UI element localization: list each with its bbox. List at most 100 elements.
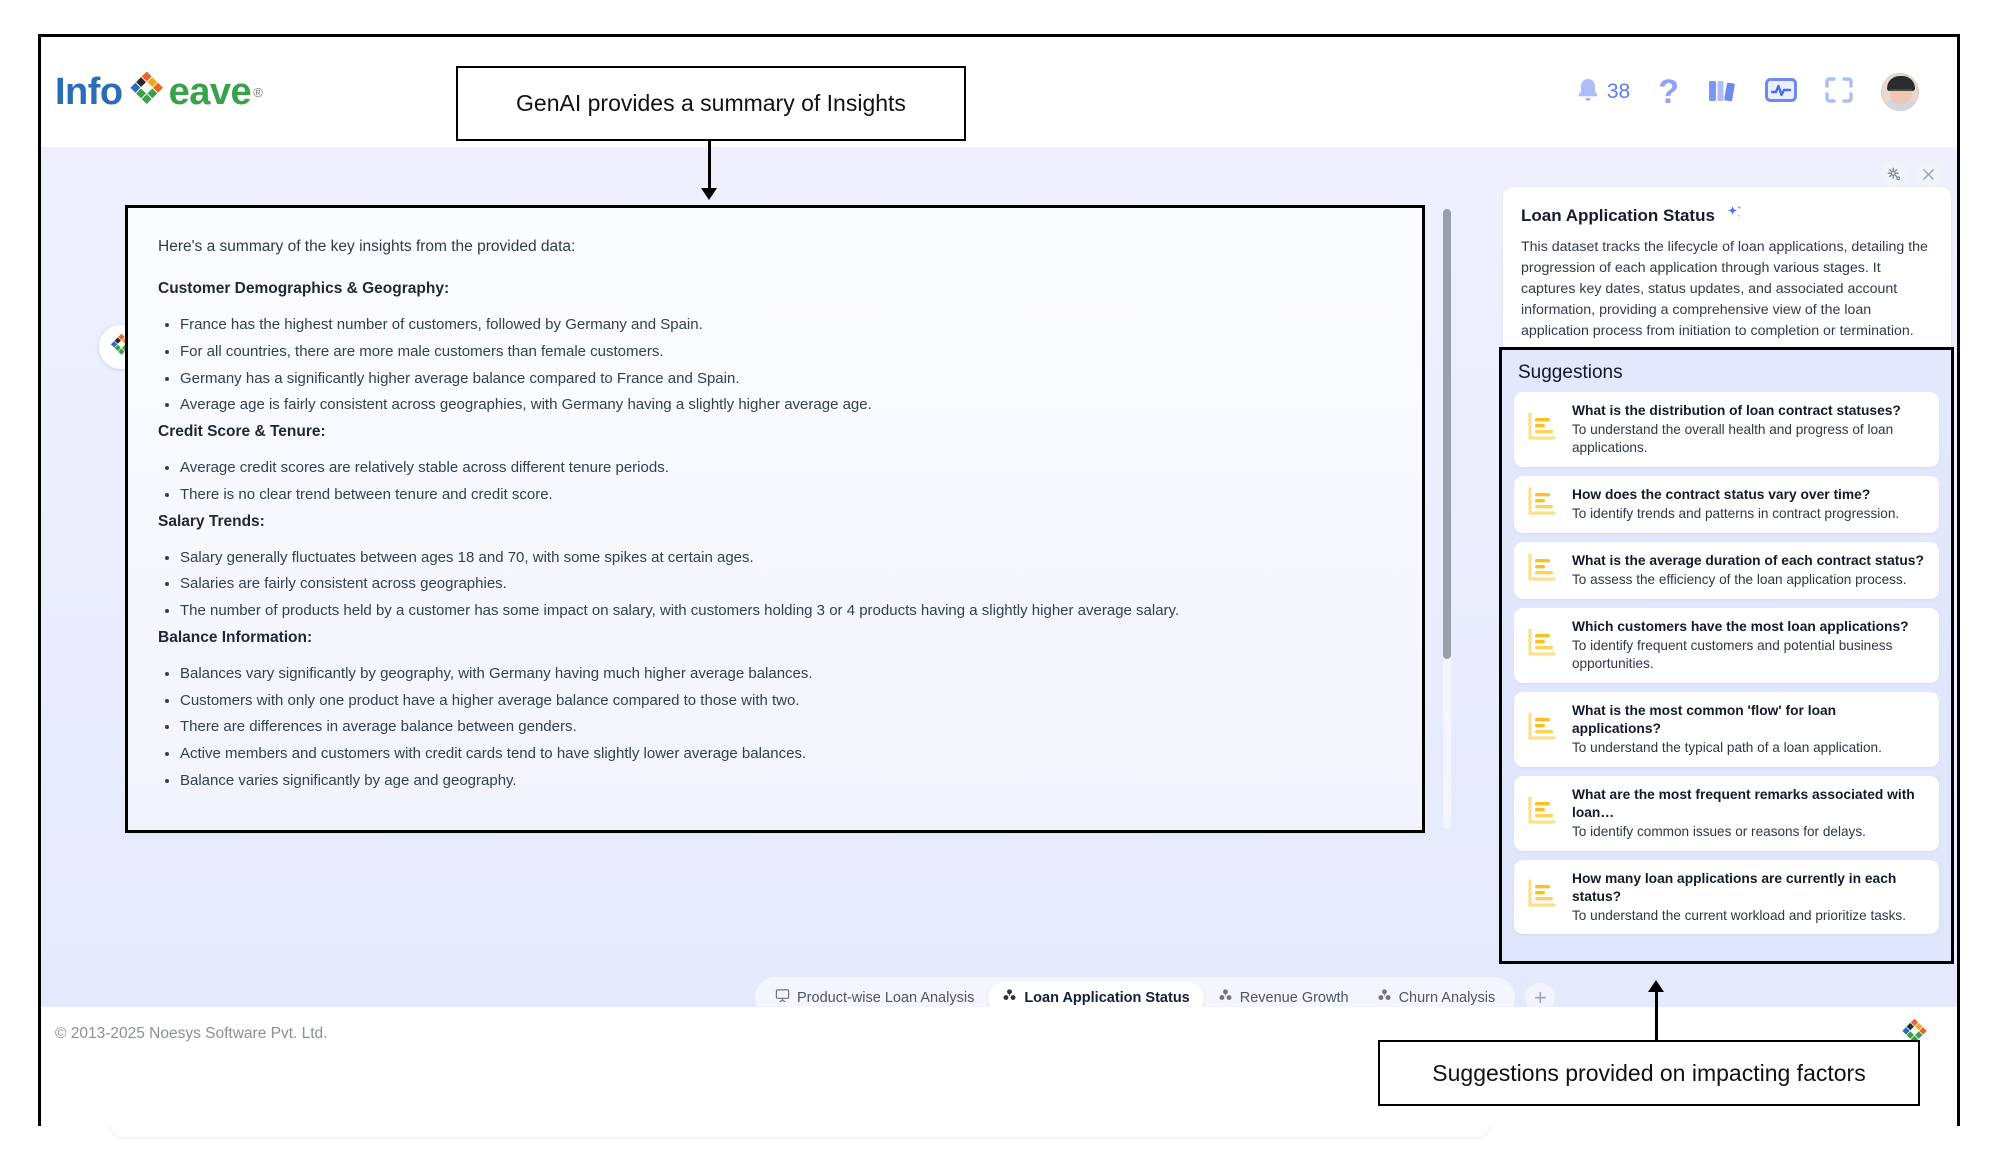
panel-tools (1881, 161, 1941, 187)
brand-name-info: Info (55, 70, 123, 113)
library-button[interactable] (1707, 76, 1737, 109)
bullet: There is no clear trend between tenure a… (180, 486, 1392, 505)
suggestion-text: What are the most frequent remarks assoc… (1572, 786, 1927, 841)
section-heading: Salary Trends: (158, 512, 265, 530)
suggestion-question: What is the average duration of each con… (1572, 552, 1924, 568)
annotation-callout-bottom: Suggestions provided on impacting factor… (1378, 1040, 1920, 1106)
dataset-icon (1218, 988, 1233, 1007)
right-panel: Loan Application Status This dataset tra… (1489, 147, 1963, 1007)
help-icon: ? (1658, 73, 1679, 111)
suggestion-item[interactable]: How does the contract status vary over t… (1514, 475, 1939, 533)
annotation-arrow-bottom (1648, 980, 1664, 992)
section-heading: Balance Information: (158, 628, 313, 646)
suggestion-item[interactable]: What is the distribution of loan contrac… (1514, 392, 1939, 467)
bullet: Salary generally fluctuates between ages… (180, 549, 1392, 568)
fullscreen-icon (1825, 76, 1853, 108)
bullet: Average age is fairly consistent across … (180, 396, 1392, 415)
suggestion-text: How does the contract status vary over t… (1572, 486, 1899, 523)
suggestion-text: What is the average duration of each con… (1572, 552, 1924, 589)
suggestion-answer: To understand the overall health and pro… (1572, 422, 1894, 455)
bar-chart-icon (1526, 487, 1560, 522)
suggestion-item[interactable]: How many loan applications are currently… (1514, 859, 1939, 935)
copyright-text: © 2013-2025 Noesys Software Pvt. Ltd. (55, 1025, 328, 1042)
header-actions: 38 ? (1575, 73, 1957, 111)
suggestion-answer: To assess the efficiency of the loan app… (1572, 571, 1907, 587)
infoveave-logo[interactable]: Info eave ® (55, 71, 263, 114)
fullscreen-button[interactable] (1825, 76, 1853, 108)
bullet: Balance varies significantly by age and … (180, 772, 1392, 791)
section-bullets: France has the highest number of custome… (158, 316, 1392, 415)
bullet: Germany has a significantly higher avera… (180, 370, 1392, 389)
bar-chart-icon (1526, 795, 1560, 831)
answer-section: Customer Demographics & Geography: Franc… (158, 280, 1392, 415)
suggestion-question: How does the contract status vary over t… (1572, 486, 1871, 502)
tab-label: Revenue Growth (1239, 989, 1349, 1006)
tab-label: Churn Analysis (1398, 989, 1496, 1006)
avatar (1881, 73, 1919, 111)
bullet: The number of products held by a custome… (180, 602, 1392, 621)
suggestion-question: What is the distribution of loan contrac… (1572, 403, 1901, 418)
bell-icon (1575, 76, 1601, 109)
notification-count: 38 (1606, 80, 1631, 103)
answer-section: Salary Trends: Salary generally fluctuat… (158, 513, 1392, 621)
dataset-icon (1377, 988, 1392, 1007)
annotation-callout-top: GenAI provides a summary of Insights (456, 66, 966, 141)
suggestion-answer: To understand the current workload and p… (1572, 907, 1906, 923)
registered-mark: ® (253, 84, 263, 100)
suggestion-text: How many loan applications are currently… (1572, 870, 1927, 925)
bullet: Salaries are fairly consistent across ge… (180, 575, 1392, 594)
bar-chart-icon (1526, 628, 1560, 663)
workspace: Here's a summary of the key insights fro… (41, 147, 1957, 1137)
tab-label: Loan Application Status (1024, 989, 1190, 1006)
dataset-info-card: Loan Application Status This dataset tra… (1503, 187, 1951, 361)
suggestion-answer: To identify trends and patterns in contr… (1572, 505, 1900, 521)
suggestion-item[interactable]: What is the average duration of each con… (1514, 541, 1939, 599)
section-bullets: Average credit scores are relatively sta… (158, 459, 1392, 505)
tab-label: Product-wise Loan Analysis (797, 989, 975, 1006)
annotation-arrow-top (701, 188, 717, 200)
settings-gear-icon[interactable] (1881, 161, 1907, 187)
suggestion-question: How many loan applications are currently… (1572, 870, 1897, 904)
suggestion-question: Which customers have the most loan appli… (1572, 618, 1909, 634)
close-icon[interactable] (1915, 161, 1941, 187)
monitor-button[interactable] (1765, 77, 1797, 108)
notifications-button[interactable]: 38 (1575, 76, 1630, 109)
bullet: Customers with only one product have a h… (180, 692, 1392, 711)
chat-column: Here's a summary of the key insights fro… (55, 157, 1556, 1137)
section-heading: Customer Demographics & Geography: (158, 280, 450, 297)
section-bullets: Salary generally fluctuates between ages… (158, 549, 1392, 621)
answer-intro: Here's a summary of the key insights fro… (158, 238, 576, 255)
bar-chart-icon (1526, 553, 1560, 588)
dataset-title-row: Loan Application Status (1521, 203, 1933, 228)
bar-chart-icon (1526, 412, 1560, 447)
ai-sparkle-icon (1725, 203, 1745, 228)
brand-name-eave: eave (168, 70, 252, 113)
suggestion-question: What is the most common 'flow' for loan … (1572, 702, 1837, 736)
weave-logo-mark (126, 71, 166, 112)
annotation-leader-line-bottom (1655, 988, 1658, 1042)
help-button[interactable]: ? (1658, 75, 1679, 109)
suggestion-item[interactable]: What are the most frequent remarks assoc… (1514, 775, 1939, 851)
suggestion-text: What is the most common 'flow' for loan … (1572, 702, 1927, 757)
bullet: There are differences in average balance… (180, 718, 1392, 737)
chat-scrollbar-thumb[interactable] (1443, 209, 1451, 659)
dataset-description: This dataset tracks the lifecycle of loa… (1521, 239, 1928, 340)
answer-section: Balance Information: Balances vary signi… (158, 629, 1392, 791)
dataset-title: Loan Application Status (1521, 205, 1715, 225)
library-icon (1707, 76, 1737, 109)
dataset-icon (1002, 988, 1017, 1007)
suggestion-question: What are the most frequent remarks assoc… (1572, 786, 1915, 820)
bullet: Average credit scores are relatively sta… (180, 459, 1392, 478)
suggestion-item[interactable]: Which customers have the most loan appli… (1514, 607, 1939, 683)
bullet: Active members and customers with credit… (180, 745, 1392, 764)
bullet: France has the highest number of custome… (180, 316, 1392, 335)
suggestions-panel: Suggestions What is the distribution of … (1499, 347, 1954, 964)
assistant-answer-card: Here's a summary of the key insights fro… (125, 205, 1425, 833)
suggestion-item[interactable]: What is the most common 'flow' for loan … (1514, 691, 1939, 767)
user-profile-button[interactable] (1881, 73, 1919, 111)
suggestion-answer: To understand the typical path of a loan… (1572, 739, 1882, 755)
bar-chart-icon (1526, 879, 1560, 914)
section-heading: Credit Score & Tenure: (158, 423, 326, 440)
suggestion-text: What is the distribution of loan contrac… (1572, 402, 1927, 457)
chat-scrollbar[interactable] (1443, 209, 1451, 829)
